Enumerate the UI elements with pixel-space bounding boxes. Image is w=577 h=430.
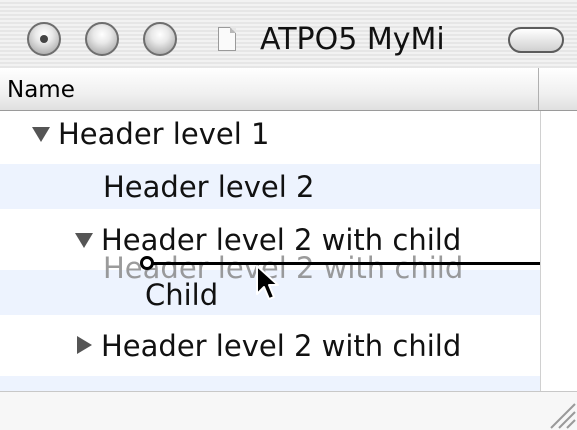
drop-indicator-line (149, 262, 540, 265)
outline-row[interactable]: Header level 2 with child (0, 323, 540, 368)
document-proxy-icon[interactable] (218, 27, 236, 51)
zoom-window-button[interactable] (143, 22, 177, 56)
outline-row[interactable]: Header level 2 (0, 164, 540, 209)
bottom-bar (0, 391, 577, 430)
outline-row-label: Header level 2 (103, 170, 315, 204)
column-header-name[interactable]: Name (7, 77, 75, 103)
empty-column-area (540, 111, 577, 391)
title-bar[interactable]: ATPO5 MyMi (0, 0, 577, 69)
child-row-label: Child (145, 278, 219, 312)
outline-row-label: Header level 1 (58, 117, 270, 151)
arrow-cursor-icon (256, 265, 279, 300)
minimize-window-button[interactable] (85, 22, 119, 56)
window-title: ATPO5 MyMi (260, 22, 445, 57)
disclosure-triangle-down-icon[interactable] (75, 233, 93, 248)
column-header-bar: Name (0, 68, 577, 111)
outline-row[interactable] (0, 376, 540, 391)
outline-row[interactable]: Header level 1 (0, 111, 540, 156)
resize-grip-icon[interactable] (539, 392, 577, 430)
disclosure-triangle-right-icon[interactable] (77, 336, 92, 354)
outline-row-label: Header level 2 with child (101, 329, 462, 363)
close-window-button[interactable] (27, 22, 61, 56)
disclosure-triangle-down-icon[interactable] (32, 127, 50, 142)
toolbar-toggle-button[interactable] (508, 27, 564, 53)
column-divider[interactable] (538, 68, 539, 110)
drop-indicator-circle (140, 256, 154, 270)
